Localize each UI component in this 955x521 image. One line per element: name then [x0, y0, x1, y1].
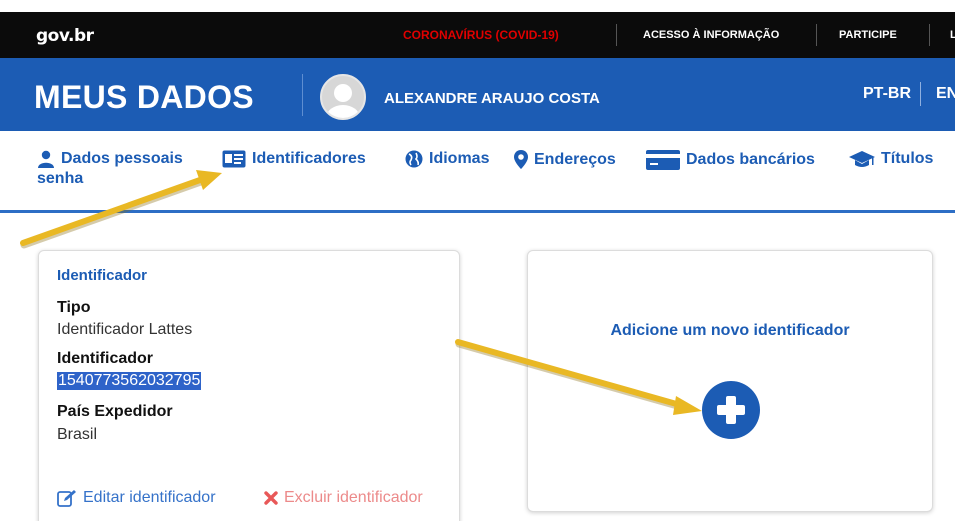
tab-idiomas[interactable]: Idiomas: [405, 150, 489, 168]
profile-tabs: Dados pessoais Identificadores Idiomas E…: [0, 140, 955, 190]
add-identifier-label: Adicione um novo identificador: [610, 322, 850, 339]
user-silhouette-icon: [326, 84, 360, 118]
tab-label: Títulos: [881, 150, 934, 167]
tab-label: Identificadores: [252, 150, 366, 167]
tab-label: Idiomas: [429, 150, 490, 167]
edit-identifier-button[interactable]: Editar identificador: [57, 489, 216, 507]
add-identifier-card: Adicione um novo identificador: [527, 250, 933, 512]
id-card-icon: [222, 150, 246, 168]
tab-identificadores[interactable]: Identificadores: [222, 150, 366, 168]
govbr-logo[interactable]: gov.br: [36, 26, 94, 46]
top-separator: [616, 24, 617, 46]
tab-titulos[interactable]: Títulos: [849, 150, 933, 168]
top-bar: gov.br CORONAVÍRUS (COVID-19) ACESSO À I…: [0, 12, 955, 58]
close-icon: [264, 491, 278, 505]
map-marker-icon: [514, 150, 528, 169]
tab-dados-bancarios[interactable]: Dados bancários: [646, 150, 815, 170]
plus-circle-icon-stroke: [726, 396, 736, 424]
delete-label: Excluir identificador: [284, 489, 423, 506]
tab-senha-wrap[interactable]: senha: [37, 170, 83, 188]
tab-enderecos[interactable]: Endereços: [514, 150, 616, 169]
top-separator: [816, 24, 817, 46]
tab-label: Dados bancários: [686, 151, 815, 168]
tab-label: Dados pessoais: [61, 150, 183, 167]
identifier-card: Identificador Tipo Identificador Lattes …: [38, 250, 460, 521]
user-name: ALEXANDRE ARAUJO COSTA: [384, 90, 600, 107]
participe-link[interactable]: PARTICIPE: [839, 29, 897, 41]
add-identifier-button[interactable]: [702, 381, 760, 439]
page-header: MEUS DADOS ALEXANDRE ARAUJO COSTA PT-BR …: [0, 58, 955, 131]
user-icon: [38, 150, 54, 168]
access-info-link[interactable]: ACESSO À INFORMAÇÃO: [643, 29, 779, 41]
country-label: País Expedidor: [57, 403, 173, 420]
covid-link[interactable]: CORONAVÍRUS (COVID-19): [403, 28, 559, 42]
header-separator: [302, 74, 303, 116]
type-label: Tipo: [57, 299, 91, 316]
tab-label: Endereços: [534, 150, 616, 168]
lang-separator: [920, 82, 921, 106]
tabs-underline: [0, 210, 955, 213]
edit-label: Editar identificador: [83, 489, 216, 506]
page-title: MEUS DADOS: [34, 79, 254, 115]
identifier-value[interactable]: 1540773562032795: [57, 372, 202, 390]
credit-card-icon: [646, 150, 680, 170]
truncated-top-link[interactable]: L: [950, 29, 955, 41]
tab-dados-pessoais[interactable]: Dados pessoais: [37, 150, 183, 168]
globe-icon: [405, 150, 423, 168]
avatar[interactable]: [320, 74, 366, 120]
card-heading: Identificador: [57, 267, 148, 284]
delete-identifier-button[interactable]: Excluir identificador: [264, 489, 423, 507]
type-value: Identificador Lattes: [57, 321, 193, 338]
country-value: Brasil: [57, 426, 98, 443]
edit-icon: [57, 490, 76, 507]
lang-pt-br[interactable]: PT-BR: [863, 85, 911, 103]
lang-en[interactable]: EN: [936, 85, 955, 103]
graduation-cap-icon: [849, 151, 875, 167]
top-separator: [929, 24, 930, 46]
identifier-label: Identificador: [57, 350, 154, 367]
